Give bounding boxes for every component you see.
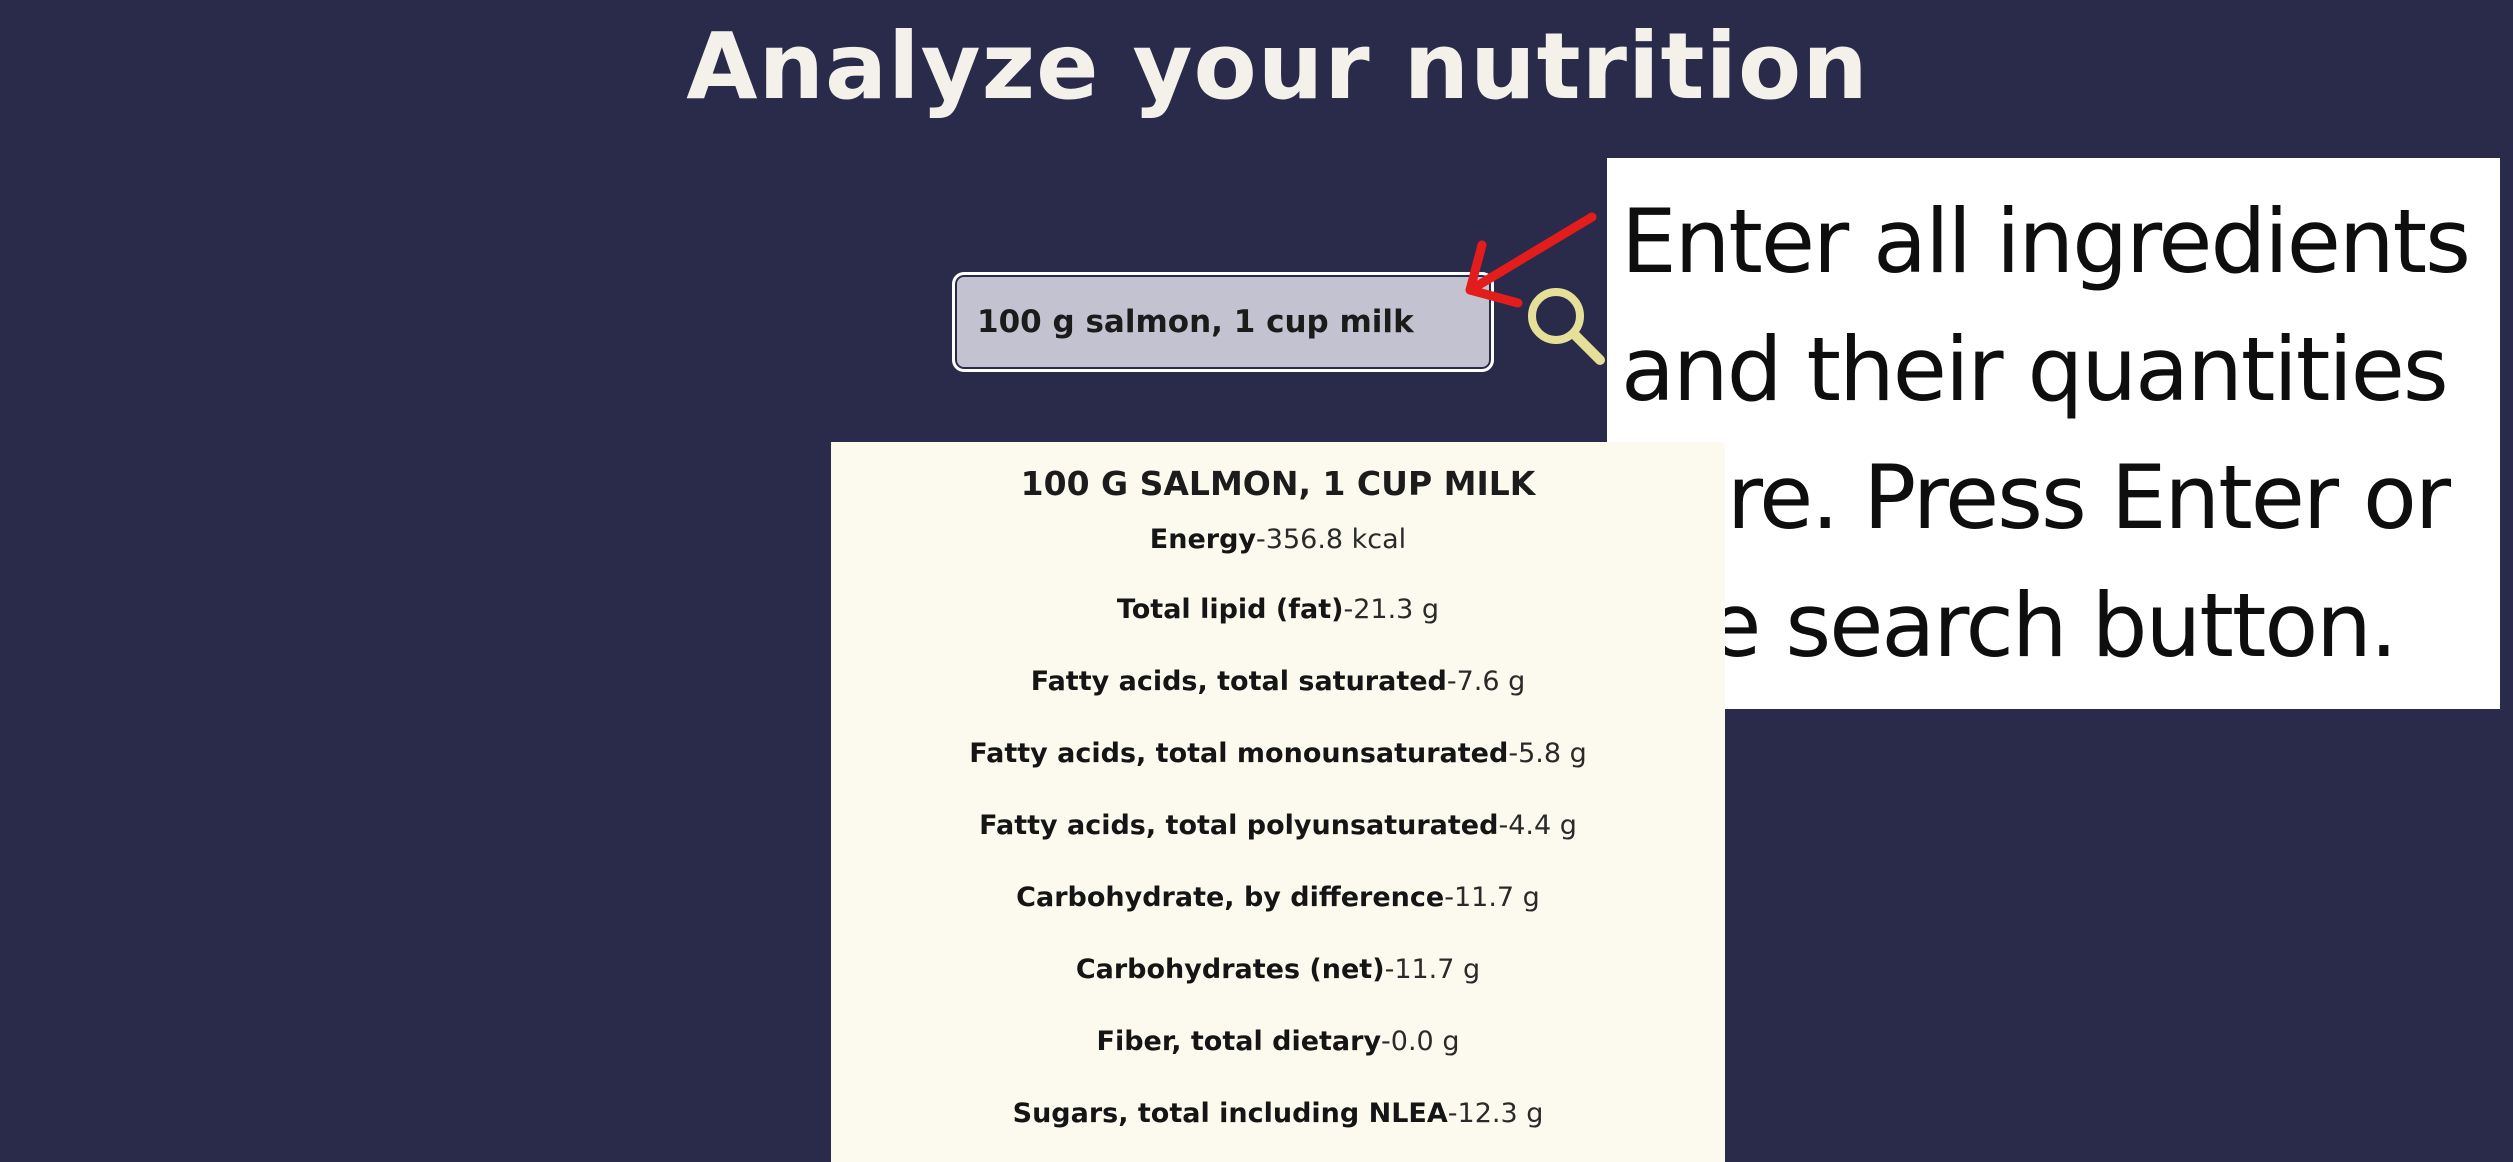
nutrient-name: Carbohydrates (net): [1075, 954, 1385, 985]
nutrient-row: Energy - 356.8 kcal: [831, 506, 1725, 574]
page-title: Analyze your nutrition: [686, 13, 1869, 120]
nutrient-separator: -: [1256, 524, 1266, 555]
search-button[interactable]: [1520, 280, 1610, 370]
nutrient-row: Fatty acids, total saturated - 7.6 g: [831, 646, 1725, 718]
nutrient-name: Total lipid (fat): [1116, 594, 1344, 625]
nutrient-name: Fatty acids, total monounsaturated: [969, 738, 1509, 769]
nutrient-name: Fiber, total dietary: [1096, 1026, 1382, 1057]
callout-line: the search button.: [1621, 574, 2398, 677]
nutrient-row: Total lipid (fat) - 21.3 g: [831, 574, 1725, 646]
nutrient-row: Carbohydrate, by difference - 11.7 g: [831, 862, 1725, 934]
nutrient-value: 356.8 kcal: [1265, 524, 1407, 555]
nutrient-row: Fiber, total dietary - 0.0 g: [831, 1006, 1725, 1078]
search-icon: [1528, 288, 1605, 365]
nutrient-name: Carbohydrate, by difference: [1016, 882, 1445, 913]
nutrient-separator: -: [1447, 1098, 1458, 1129]
nutrient-value: 11.7 g: [1453, 882, 1540, 913]
nutrient-value: 21.3 g: [1353, 594, 1440, 625]
nutrient-list: Energy - 356.8 kcal Total lipid (fat) - …: [831, 506, 1725, 1150]
nutrient-row: Fatty acids, total polyunsaturated - 4.4…: [831, 790, 1725, 862]
nutrient-value: 4.4 g: [1508, 810, 1577, 841]
nutrient-value: 11.7 g: [1394, 954, 1481, 985]
callout-line: here. Press Enter or: [1621, 446, 2451, 549]
nutrient-row: Fatty acids, total monounsaturated - 5.8…: [831, 718, 1725, 790]
instruction-callout: Enter all ingredients and their quantiti…: [1607, 158, 2500, 709]
nutrient-name: Fatty acids, total saturated: [1030, 666, 1447, 697]
nutrient-name: Energy: [1149, 524, 1257, 555]
ingredients-search-input[interactable]: [952, 272, 1494, 372]
nutrient-separator: -: [1498, 810, 1509, 841]
nutrient-separator: -: [1343, 594, 1354, 625]
nutrient-separator: -: [1381, 1026, 1391, 1057]
nutrient-row: Carbohydrates (net) - 11.7 g: [831, 934, 1725, 1006]
nutrient-value: 5.8 g: [1518, 738, 1587, 769]
nutrient-name: Fatty acids, total polyunsaturated: [979, 810, 1499, 841]
nutrition-results-card: 100 G SALMON, 1 CUP MILK Energy - 356.8 …: [831, 442, 1725, 1162]
nutrient-separator: -: [1446, 666, 1457, 697]
nutrient-name: Sugars, total including NLEA: [1012, 1098, 1448, 1129]
nutrient-separator: -: [1444, 882, 1454, 913]
nutrient-separator: -: [1384, 954, 1395, 985]
callout-line: and their quantities: [1621, 318, 2449, 421]
nutrient-value: 0.0 g: [1390, 1026, 1460, 1057]
callout-line: Enter all ingredients: [1621, 190, 2471, 293]
nutrient-row: Sugars, total including NLEA - 12.3 g: [831, 1078, 1725, 1150]
nutrient-value: 7.6 g: [1456, 666, 1526, 697]
results-heading: 100 G SALMON, 1 CUP MILK: [1020, 464, 1536, 503]
nutrient-value: 12.3 g: [1457, 1098, 1544, 1129]
nutrient-separator: -: [1508, 738, 1519, 769]
